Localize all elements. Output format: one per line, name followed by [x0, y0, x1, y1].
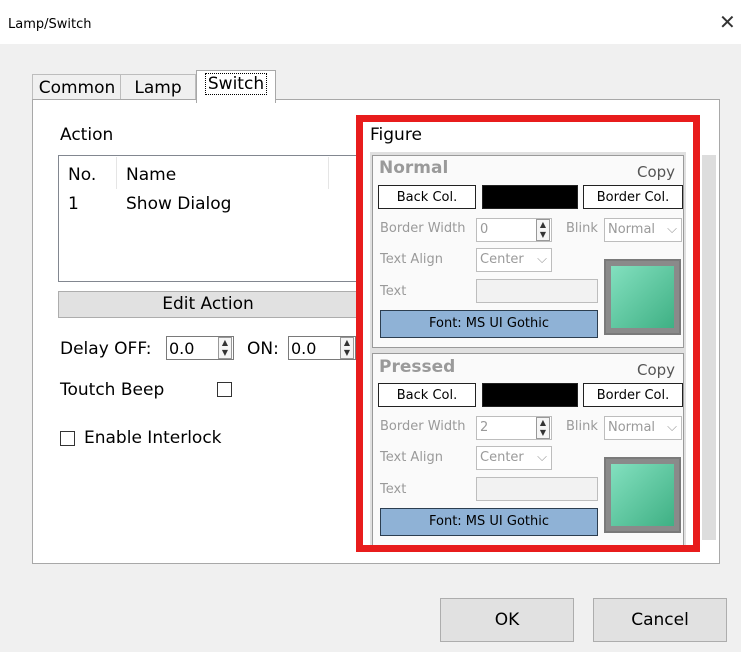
ok-button[interactable]: OK — [440, 598, 574, 642]
delay-off-value: 0.0 — [169, 339, 195, 358]
column-header-no[interactable]: No. — [68, 165, 96, 185]
column-header-name[interactable]: Name — [126, 165, 176, 185]
row-no[interactable]: 1 — [68, 194, 79, 214]
title-bar — [0, 0, 741, 44]
delay-off-input[interactable]: 0.0 ▲ ▼ — [166, 336, 234, 360]
edit-action-button[interactable]: Edit Action — [58, 291, 358, 318]
action-list[interactable] — [58, 155, 358, 282]
delay-on-value: 0.0 — [291, 339, 317, 358]
touch-beep-label: Toutch Beep — [60, 380, 165, 400]
tab-switch[interactable]: Switch — [196, 70, 276, 103]
column-divider — [328, 157, 329, 189]
action-label: Action — [60, 125, 114, 145]
spin-arrows-icon[interactable]: ▲ ▼ — [340, 337, 354, 359]
tab-common[interactable]: Common — [32, 74, 122, 101]
spin-arrows-icon[interactable]: ▲ ▼ — [218, 337, 232, 359]
delay-off-label: Delay OFF: — [60, 339, 152, 359]
close-icon[interactable]: ✕ — [719, 12, 736, 32]
window-title: Lamp/Switch — [8, 17, 92, 32]
row-name[interactable]: Show Dialog — [126, 194, 231, 214]
figure-scrollbar[interactable] — [702, 155, 716, 540]
delay-on-label: ON: — [247, 339, 279, 359]
tab-lamp[interactable]: Lamp — [120, 74, 196, 101]
figure-label: Figure — [370, 125, 422, 145]
highlight-frame — [356, 115, 700, 552]
column-divider — [116, 157, 117, 189]
enable-interlock-checkbox[interactable] — [60, 431, 75, 446]
touch-beep-checkbox[interactable] — [217, 382, 232, 397]
enable-interlock-label: Enable Interlock — [84, 428, 222, 448]
delay-on-input[interactable]: 0.0 ▲ ▼ — [288, 336, 356, 360]
cancel-button[interactable]: Cancel — [593, 598, 727, 642]
